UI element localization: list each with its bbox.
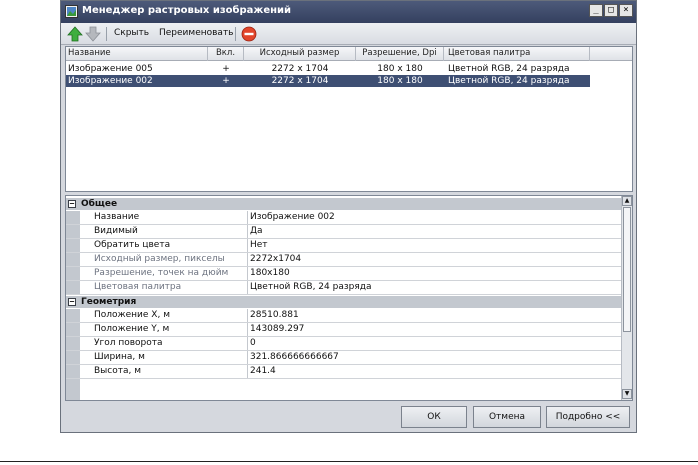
category-title: Геометрия xyxy=(81,297,137,307)
row-gutter xyxy=(66,225,80,238)
property-row[interactable]: Название Изображение 002 xyxy=(66,211,621,225)
property-name: Высота, м xyxy=(80,365,248,378)
maximize-button[interactable]: □ xyxy=(604,4,618,17)
arrow-up-icon[interactable] xyxy=(67,26,83,42)
collapse-toggle[interactable]: − xyxy=(68,298,76,306)
row-name: Изображение 002 xyxy=(68,76,153,86)
property-value: 2272x1704 xyxy=(250,254,302,264)
row-gutter xyxy=(66,337,80,350)
row-resolution: 180 x 180 xyxy=(377,76,423,86)
property-row[interactable]: Видимый Да xyxy=(66,225,621,239)
minimize-button[interactable]: _ xyxy=(589,4,603,17)
property-value[interactable]: Да xyxy=(250,225,620,238)
scroll-thumb[interactable] xyxy=(623,207,631,332)
app-icon xyxy=(65,5,78,18)
property-name: Исходный размер, пикселы xyxy=(80,253,248,266)
row-gutter xyxy=(66,351,80,364)
row-resolution: 180 x 180 xyxy=(377,64,423,74)
row-name: Изображение 005 xyxy=(68,64,153,74)
property-value[interactable]: 321.866666666667 xyxy=(250,351,620,364)
row-gutter xyxy=(66,379,80,400)
cancel-button[interactable]: Отмена xyxy=(473,406,541,428)
column-header-enabled[interactable]: Вкл. xyxy=(208,47,244,61)
property-row: Исходный размер, пикселы 2272x1704 xyxy=(66,253,621,267)
hide-button[interactable]: Скрыть xyxy=(114,28,149,38)
property-value[interactable]: Нет xyxy=(250,239,620,252)
arrow-down-icon[interactable] xyxy=(85,26,101,42)
toolbar: Скрыть Переименовать xyxy=(61,23,636,45)
property-row-partial xyxy=(66,379,621,400)
property-row[interactable]: Высота, м 241.4 xyxy=(66,365,621,379)
scroll-down-icon[interactable]: ▼ xyxy=(622,389,632,399)
row-gutter xyxy=(66,211,80,224)
column-header-source-size[interactable]: Исходный размер xyxy=(244,47,356,61)
row-palette: Цветной RGB, 24 разряда xyxy=(448,76,570,86)
list-row[interactable]: Изображение 005 + 2272 x 1704 180 x 180 … xyxy=(66,63,590,75)
property-name: Видимый xyxy=(80,225,248,238)
property-name: Разрешение, точек на дюйм xyxy=(80,267,248,280)
property-name: Название xyxy=(80,211,248,224)
property-row: Разрешение, точек на дюйм 180x180 xyxy=(66,267,621,281)
row-gutter xyxy=(66,323,80,336)
row-gutter xyxy=(66,253,80,266)
window-title: Менеджер растровых изображений xyxy=(82,5,292,16)
collapse-toggle[interactable]: − xyxy=(68,200,76,208)
property-row[interactable]: Ширина, м 321.866666666667 xyxy=(66,351,621,365)
page-divider xyxy=(0,461,698,462)
property-value[interactable]: Изображение 002 xyxy=(250,211,620,224)
row-enabled: + xyxy=(222,64,230,74)
raster-image-manager-window: Менеджер растровых изображений _ □ × Скр… xyxy=(60,0,637,433)
property-name: Угол поворота xyxy=(80,337,248,350)
property-value[interactable]: 241.4 xyxy=(250,365,620,378)
property-value[interactable]: 143089.297 xyxy=(250,323,620,336)
toolbar-separator xyxy=(106,27,107,41)
close-button[interactable]: × xyxy=(619,4,633,17)
scroll-up-icon[interactable]: ▲ xyxy=(622,196,632,206)
image-list[interactable]: Название Вкл. Исходный размер Разрешение… xyxy=(65,46,633,192)
column-header-palette[interactable]: Цветовая палитра xyxy=(444,47,590,61)
rename-button[interactable]: Переименовать xyxy=(159,28,234,38)
row-source-size: 2272 x 1704 xyxy=(271,76,329,86)
column-header-name[interactable]: Название xyxy=(66,47,208,61)
row-enabled: + xyxy=(222,76,230,86)
row-gutter xyxy=(66,239,80,252)
ok-button[interactable]: ОК xyxy=(401,406,467,428)
property-value[interactable]: 28510.881 xyxy=(250,309,620,322)
title-bar[interactable]: Менеджер растровых изображений _ □ × xyxy=(61,1,636,23)
toolbar-separator xyxy=(235,27,236,41)
property-value: 180x180 xyxy=(250,268,290,278)
category-geometry[interactable]: − Геометрия xyxy=(66,296,621,308)
column-header-resolution[interactable]: Разрешение, Dpi xyxy=(356,47,444,61)
property-row[interactable]: Угол поворота 0 xyxy=(66,337,621,351)
property-name: Положение Y, м xyxy=(80,323,248,336)
property-row[interactable]: Положение X, м 28510.881 xyxy=(66,309,621,323)
no-entry-icon[interactable] xyxy=(241,26,257,42)
category-general[interactable]: − Общее xyxy=(66,198,621,210)
property-value: Цветной RGB, 24 разряда xyxy=(250,282,372,292)
list-row-selected[interactable]: Изображение 002 + 2272 x 1704 180 x 180 … xyxy=(66,75,590,87)
list-header: Название Вкл. Исходный размер Разрешение… xyxy=(66,47,632,61)
row-gutter xyxy=(66,309,80,322)
row-gutter xyxy=(66,365,80,378)
row-palette: Цветной RGB, 24 разряда xyxy=(448,64,570,74)
row-source-size: 2272 x 1704 xyxy=(271,64,329,74)
property-name: Ширина, м xyxy=(80,351,248,364)
row-gutter xyxy=(66,267,80,280)
category-title: Общее xyxy=(81,199,118,209)
details-button[interactable]: Подробно << xyxy=(546,406,630,428)
row-gutter xyxy=(66,281,80,294)
vertical-scrollbar[interactable]: ▲ ▼ xyxy=(621,196,632,400)
property-name: Положение X, м xyxy=(80,309,248,322)
property-row[interactable]: Положение Y, м 143089.297 xyxy=(66,323,621,337)
property-row: Цветовая палитра Цветной RGB, 24 разряда xyxy=(66,281,621,295)
property-name: Цветовая палитра xyxy=(80,281,248,294)
property-name: Обратить цвета xyxy=(80,239,248,252)
property-value[interactable]: 0 xyxy=(250,337,620,350)
property-grid: − Общее Название Изображение 002 Видимый Д… xyxy=(65,195,633,401)
property-row[interactable]: Обратить цвета Нет xyxy=(66,239,621,253)
